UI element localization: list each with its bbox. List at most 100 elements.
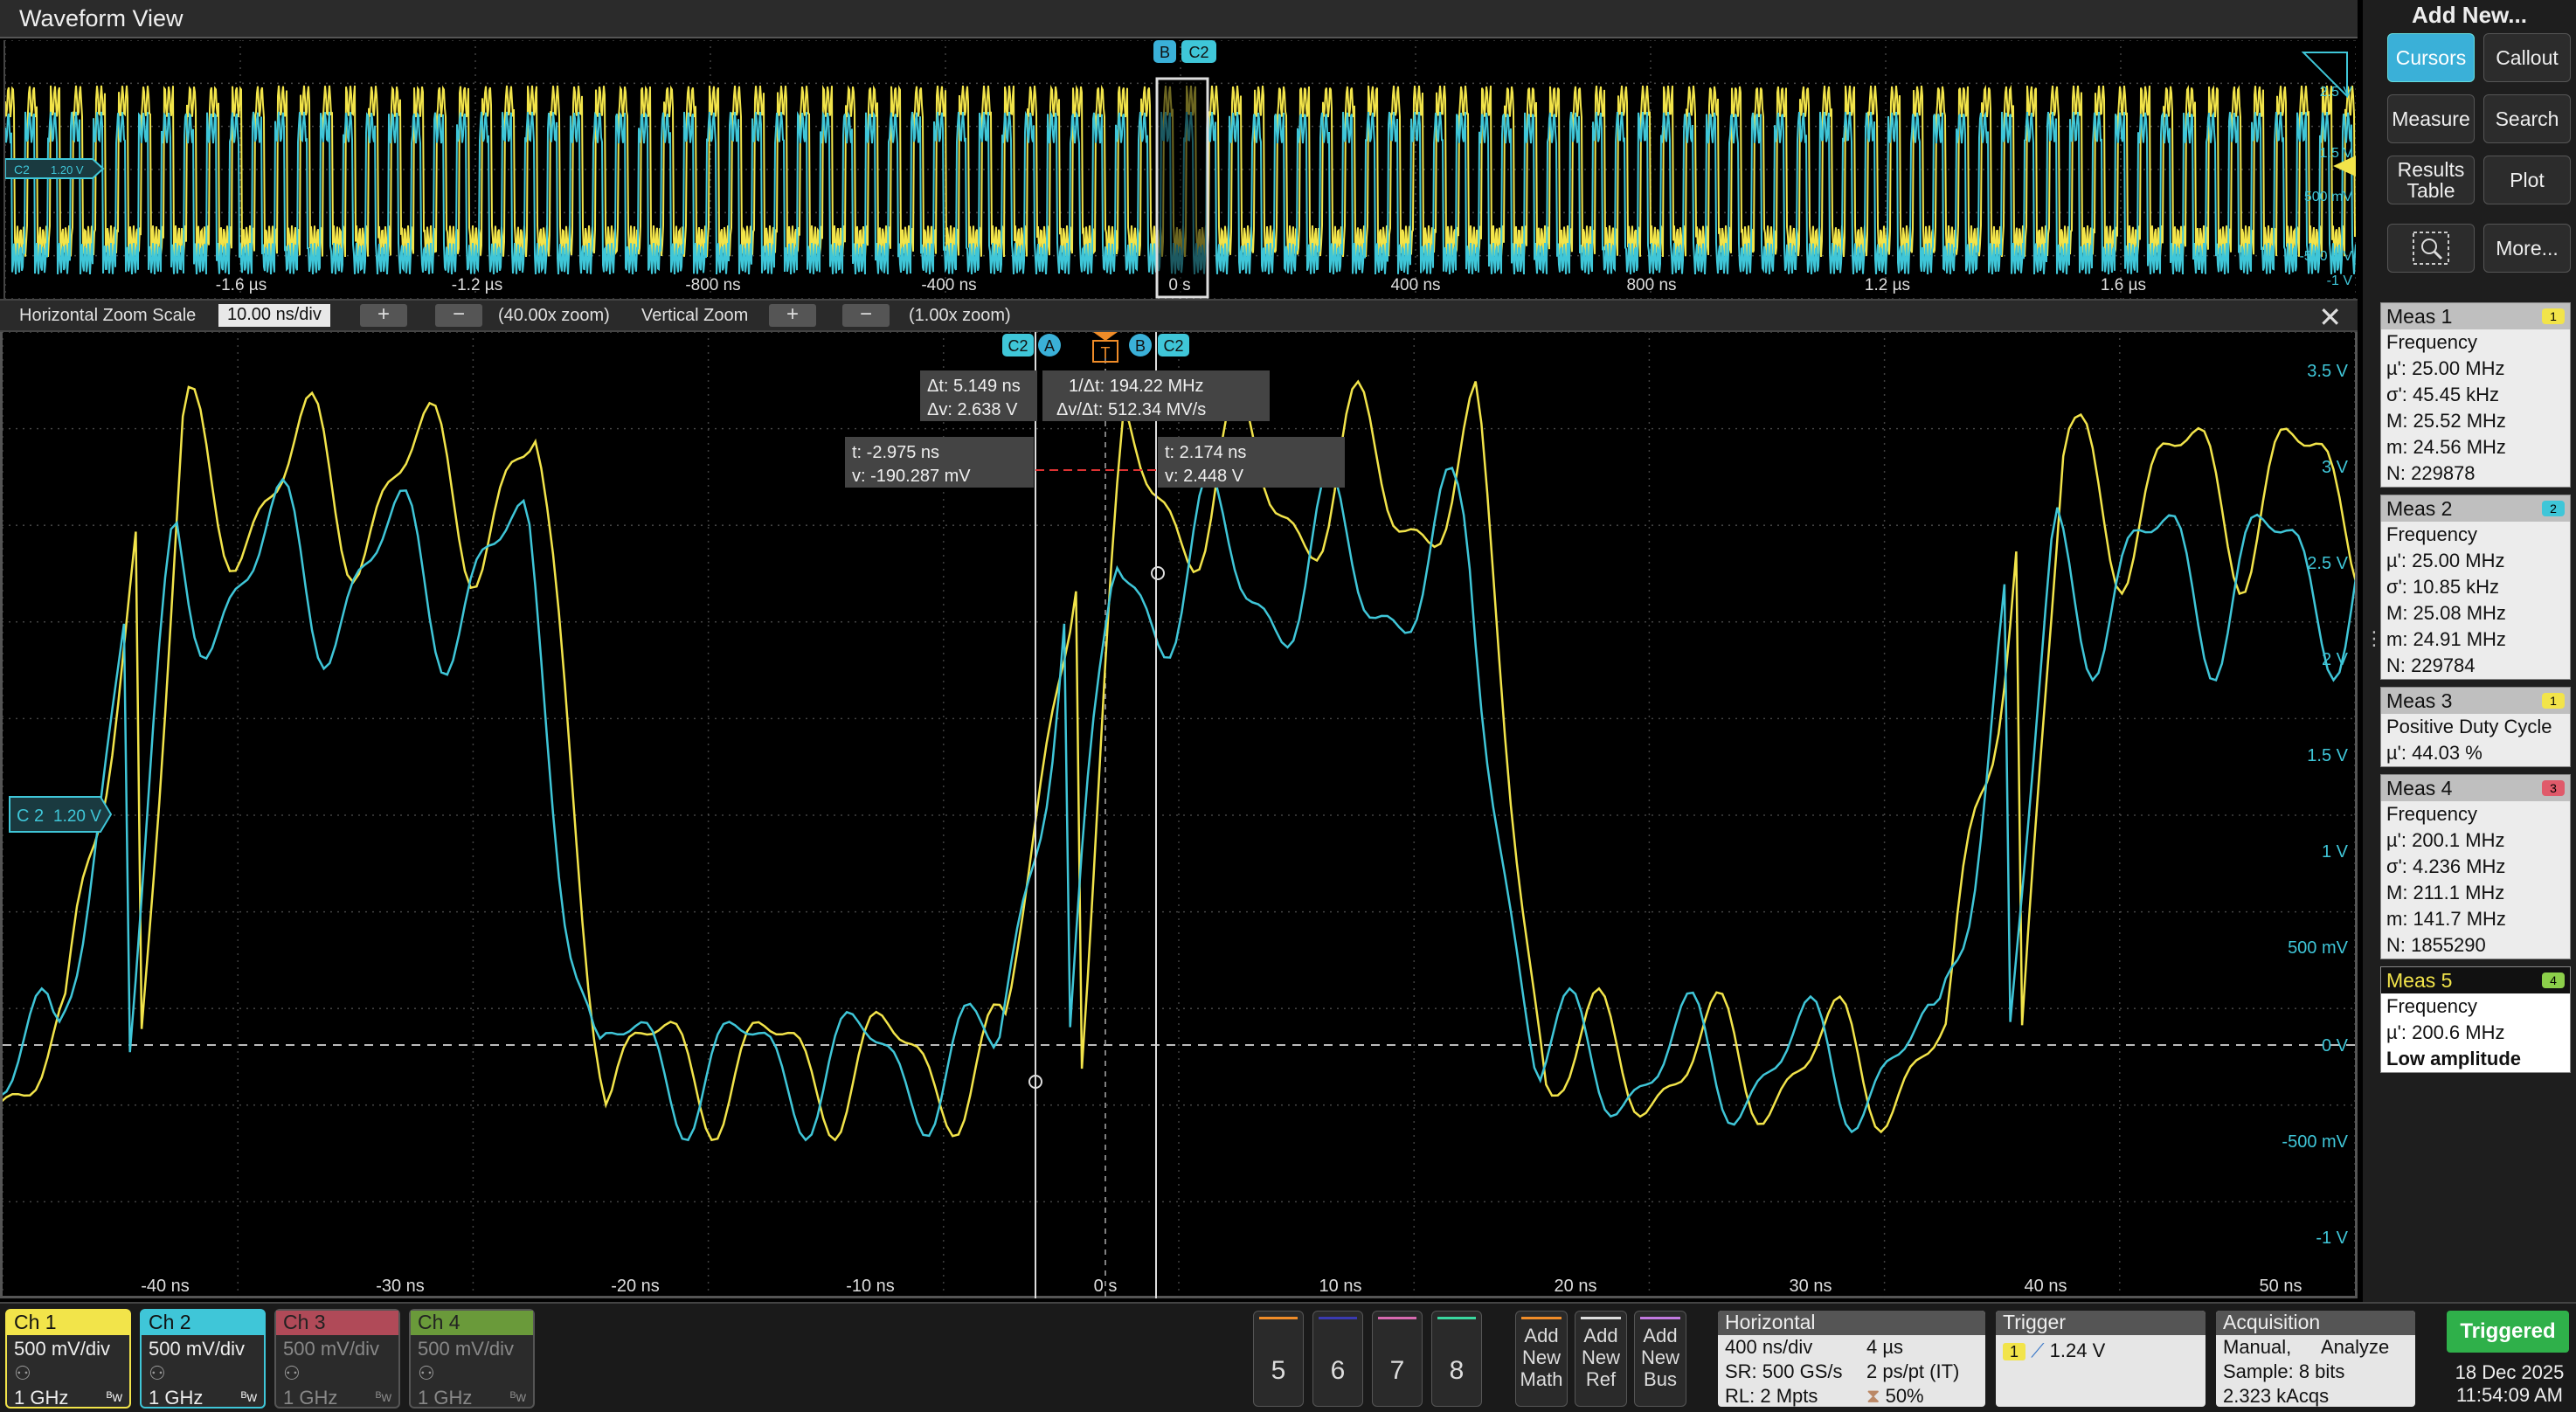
v-zoom-out-button[interactable]: − [842, 304, 890, 327]
close-zoom-icon[interactable]: ✕ [2318, 301, 2342, 334]
meas-source-badge: 2 [2542, 501, 2565, 516]
meas-card-1[interactable]: Meas 1 1 Frequency µ': 25.00 MHz σ': 45.45 k… [2380, 302, 2571, 488]
ov-cursor-c2-tag: C2 [1188, 44, 1208, 61]
meas-card-3[interactable]: Meas 3 1 Positive Duty Cycle µ': 44.03 % [2380, 687, 2571, 767]
panel-drag-handle-icon[interactable]: ⋮ [2365, 629, 2384, 666]
h-zoom-out-button[interactable]: − [435, 304, 482, 327]
zoom-control-bar: Horizontal Zoom Scale 10.00 ns/div + − (… [0, 299, 2358, 334]
probe-icon: ⚇ [14, 1362, 31, 1384]
time-axis-label: -30 ns [376, 1277, 425, 1296]
channel-scale: 500 mV/div [14, 1338, 111, 1360]
add-new-math-button[interactable]: Add New Math [1515, 1311, 1568, 1407]
channel-3-badge[interactable]: Ch 3 500 mV/div ⚇ 1 GHz ᴮw [274, 1309, 400, 1409]
bottom-status-bar: Ch 1 500 mV/div ⚇ 1 GHz ᴮw Ch 2 500 mV/div ⚇ 1 G… [0, 1302, 2576, 1412]
triggered-status-button[interactable]: Triggered [2447, 1311, 2569, 1353]
trigger-panel[interactable]: Trigger 1 ⟋ 1.24 V [1996, 1311, 2206, 1407]
zoom-search-button[interactable] [2387, 224, 2475, 273]
bandwidth-filter-icon: ᴮw [509, 1390, 526, 1405]
channel-1-badge[interactable]: Ch 1 500 mV/div ⚇ 1 GHz ᴮw [5, 1309, 131, 1409]
meas-card-5[interactable]: Meas 5 4 Frequency µ': 200.6 MHz Low amplitu… [2380, 966, 2571, 1073]
acquisition-panel[interactable]: Acquisition Manual, Analyze Sample: 8 bit… [2216, 1311, 2415, 1407]
meas-value: M: 25.52 MHz [2386, 410, 2506, 432]
math-ref-slot-7-button[interactable]: 7 [1372, 1311, 1423, 1407]
v-zoom-in-button[interactable]: + [769, 304, 816, 327]
h-zoom-scale-field[interactable]: 10.00 ns/div [218, 304, 330, 327]
h-zoom-in-button[interactable]: + [360, 304, 407, 327]
meas-value: m: 24.56 MHz [2386, 436, 2506, 458]
overview-zoom-box[interactable] [1155, 77, 1209, 299]
ov-ch2-offset: 1.20 V [51, 163, 84, 176]
meas-value: N: 229878 [2386, 462, 2476, 484]
volt-axis-label: 1.5 V [2307, 746, 2348, 765]
zoom-magnifier-icon [2413, 232, 2449, 265]
plot-button[interactable]: Plot [2483, 156, 2571, 204]
time-axis-label: 50 ns [2260, 1277, 2302, 1296]
channel-scale: 500 mV/div [418, 1338, 515, 1360]
meas-card-2[interactable]: Meas 2 2 Frequency µ': 25.00 MHz σ': 10.85 k… [2380, 495, 2571, 680]
channel-4-badge[interactable]: Ch 4 500 mV/div ⚇ 1 GHz ᴮw [409, 1309, 535, 1409]
datetime: 18 Dec 2025 11:54:09 AM [2455, 1361, 2565, 1406]
meas-value: Frequency [2386, 523, 2477, 545]
bandwidth-filter-icon: ᴮw [240, 1390, 257, 1405]
meas-value: N: 229784 [2386, 654, 2476, 676]
channel-name: Ch 4 [411, 1311, 533, 1335]
position-icon: ⧗ [1866, 1385, 1880, 1407]
cursors-button[interactable]: Cursors [2387, 33, 2475, 82]
rising-edge-icon: ⟋ [2031, 1339, 2045, 1361]
volt-axis-label: 3.5 V [2307, 362, 2348, 381]
search-button[interactable]: Search [2483, 94, 2571, 143]
callout-button[interactable]: Callout [2483, 33, 2571, 82]
cursor-tags[interactable]: C2 A T B C2 [1002, 332, 1189, 363]
bandwidth-filter-icon: ᴮw [375, 1390, 391, 1405]
overview-volt-label: 1.5 V [2320, 146, 2353, 161]
measure-button[interactable]: Measure [2387, 94, 2475, 143]
volt-axis-label: 3 V [2322, 458, 2349, 477]
overview-cursor-tags[interactable]: B C2 [1153, 40, 1216, 63]
channel-bandwidth: 1 GHz [418, 1387, 473, 1409]
acquisition-title: Acquisition [2216, 1311, 2415, 1335]
time-axis-label: 40 ns [2025, 1277, 2067, 1296]
overview-ch2-offset-marker[interactable]: C2 1.20 V [4, 158, 105, 179]
ch2-offset-marker[interactable]: C 2 1.20 V [9, 796, 113, 833]
overview-time-label: -1.2 µs [452, 276, 502, 294]
time-axis-label: 0 s [1094, 1277, 1118, 1296]
channel-2-badge[interactable]: Ch 2 500 mV/div ⚇ 1 GHz ᴮw [140, 1309, 266, 1409]
meas-source-badge: 4 [2542, 972, 2565, 988]
trigger-source-badge: 1 [2003, 1343, 2026, 1360]
meas-value: µ': 200.1 MHz [2386, 829, 2505, 851]
channel-scale: 500 mV/div [283, 1338, 380, 1360]
horizontal-panel[interactable]: Horizontal 400 ns/div 4 µs SR: 500 GS/s 2 … [1718, 1311, 1985, 1407]
math-ref-slot-8-button[interactable]: 8 [1431, 1311, 1482, 1407]
channel-bandwidth: 1 GHz [149, 1387, 204, 1409]
time-axis-label: -40 ns [141, 1277, 190, 1296]
add-new-ref-button[interactable]: Add New Ref [1575, 1311, 1627, 1407]
meas-value: m: 141.7 MHz [2386, 908, 2506, 930]
volt-axis-label: 1 V [2322, 842, 2349, 862]
overview-waveform-area[interactable]: -1.6 µs -1.2 µs -800 ns -400 ns 0 s 400 ns 800… [3, 39, 2357, 300]
probe-icon: ⚇ [149, 1362, 166, 1384]
results-table-button[interactable]: Results Table [2387, 156, 2475, 204]
overview-time-label: 400 ns [1390, 276, 1440, 294]
meas-value: Low amplitude [2386, 1048, 2521, 1069]
volt-axis-label: 2.5 V [2307, 554, 2348, 573]
bandwidth-filter-icon: ᴮw [106, 1390, 122, 1405]
horizontal-title: Horizontal [1718, 1311, 1985, 1335]
channel-name: Ch 2 [142, 1311, 264, 1335]
time-axis-label: 30 ns [1790, 1277, 1832, 1296]
right-side-panel: Add New... Cursors Callout Measure Searc… [2363, 0, 2576, 1412]
probe-icon: ⚇ [418, 1362, 435, 1384]
volt-axis-label: -1 V [2316, 1229, 2348, 1248]
window-title: Waveform View [19, 5, 184, 31]
time-axis-label: 20 ns [1555, 1277, 1597, 1296]
overview-time-label: 1.2 µs [1865, 276, 1910, 294]
math-ref-slot-5-button[interactable]: 5 [1253, 1311, 1304, 1407]
meas-value: M: 211.1 MHz [2386, 882, 2505, 903]
overview-time-label: 1.6 µs [2101, 276, 2146, 294]
add-new-bus-button[interactable]: Add New Bus [1634, 1311, 1686, 1407]
more-button[interactable]: More... [2483, 224, 2571, 273]
time-axis-label: -20 ns [611, 1277, 660, 1296]
main-waveform-area[interactable]: -40 ns -30 ns -20 ns -10 ns 0 s 10 ns 20 ns 30 … [0, 331, 2576, 1299]
math-ref-slot-6-button[interactable]: 6 [1312, 1311, 1363, 1407]
meas-value: µ': 25.00 MHz [2386, 550, 2505, 571]
meas-card-4[interactable]: Meas 4 3 Frequency µ': 200.1 MHz σ': 4.236 M… [2380, 774, 2571, 959]
